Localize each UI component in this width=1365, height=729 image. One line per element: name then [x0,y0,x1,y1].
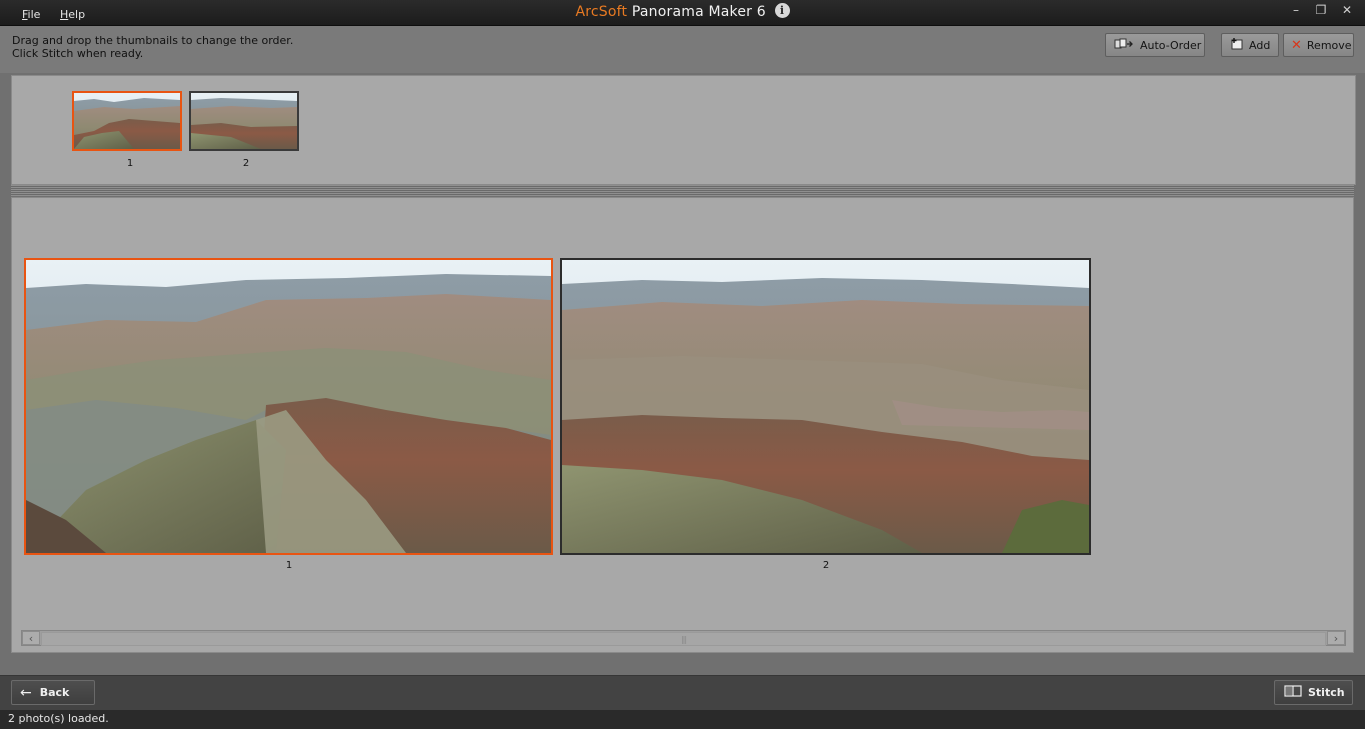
horizontal-scrollbar[interactable]: ‹ ||| › [21,630,1346,646]
thumbnail-strip: 1 2 [11,75,1356,185]
scrollbar-thumb[interactable]: ||| [41,632,1326,646]
photo-1-label: 1 [285,560,293,571]
panel-splitter[interactable] [11,185,1354,196]
thumbnail-1[interactable] [72,91,182,151]
grip-icon: ||| [680,635,687,644]
info-icon[interactable]: i [774,3,790,18]
close-icon[interactable]: ✕ [1337,3,1357,17]
scroll-right-icon[interactable]: › [1327,631,1345,645]
auto-order-label: Auto-Order [1140,38,1202,52]
back-label: Back [39,686,70,699]
stitch-label: Stitch [1308,686,1345,699]
instruction-line-2: Click Stitch when ready. [12,47,144,60]
photo-preview-area: 1 2 ‹ ||| › [11,197,1354,653]
back-button[interactable]: ← Back [11,680,95,705]
status-bar: 2 photo(s) loaded. [0,710,1365,729]
photo-1[interactable] [24,258,553,555]
app-name: Panorama Maker 6 [631,4,766,20]
back-arrow-icon: ← [20,684,32,701]
brand-name: ArcSoft [575,4,628,20]
toolbar: Drag and drop the thumbnails to change t… [0,26,1365,73]
restore-icon[interactable]: ❐ [1311,3,1331,17]
remove-button[interactable]: ✕ Remove [1283,33,1354,57]
add-label: Add [1249,38,1271,52]
photo-2[interactable] [560,258,1091,555]
status-text: 2 photo(s) loaded. [8,712,109,725]
auto-order-icon [1114,38,1134,53]
thumbnail-1-label: 1 [126,158,134,169]
photo-2-label: 2 [822,560,830,571]
scroll-left-icon[interactable]: ‹ [22,631,40,645]
window-title: ArcSoft Panorama Maker 6 i [0,3,1365,20]
remove-x-icon: ✕ [1291,37,1302,53]
stitch-button[interactable]: Stitch [1274,680,1353,705]
instruction-line-1: Drag and drop the thumbnails to change t… [12,34,294,47]
remove-label: Remove [1306,38,1352,52]
stitch-icon [1284,685,1302,700]
thumbnail-2-label: 2 [242,158,250,169]
minimize-icon[interactable]: – [1286,3,1306,17]
bottom-bar: ← Back Stitch [0,675,1365,710]
add-photo-icon [1230,37,1244,53]
auto-order-button[interactable]: Auto-Order [1105,33,1205,57]
thumbnail-2[interactable] [189,91,299,151]
title-bar: File Help ArcSoft Panorama Maker 6 i – ❐… [0,0,1365,26]
instructions: Drag and drop the thumbnails to change t… [12,34,293,60]
add-button[interactable]: Add [1221,33,1279,57]
